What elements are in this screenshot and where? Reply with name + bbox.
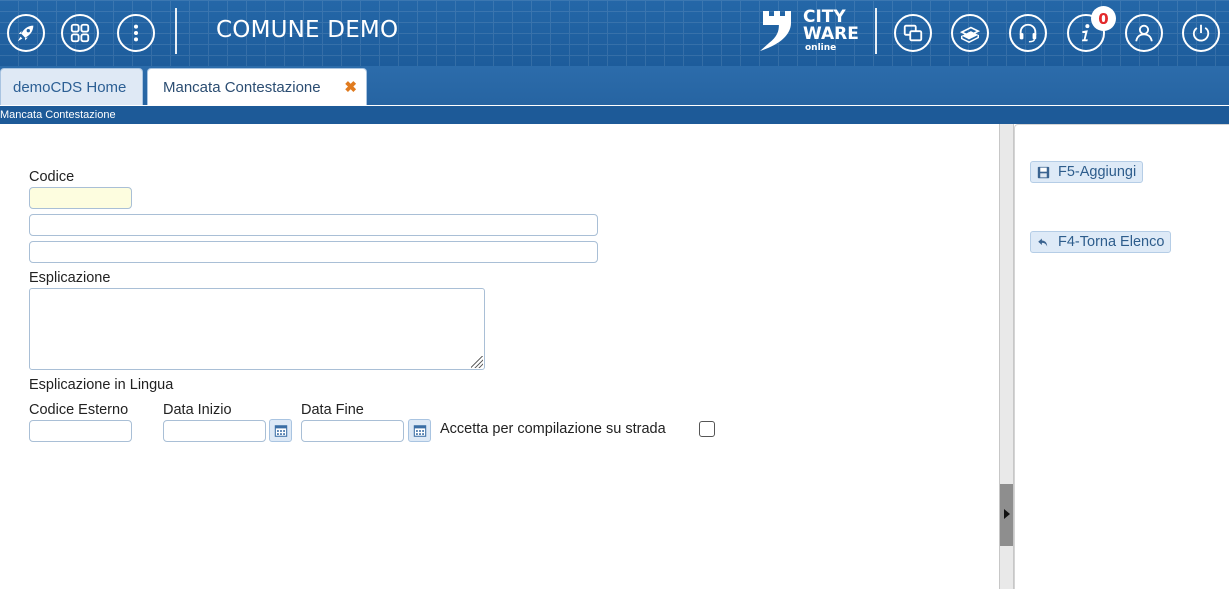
cityware-logo: CITY WARE online [757,7,862,57]
descrizione-input-2[interactable] [29,241,598,263]
more-menu-button[interactable] [117,14,155,52]
user-profile-button[interactable] [1125,14,1163,52]
descrizione-input-1[interactable] [29,214,598,236]
breadcrumb-text: Mancata Contestazione [0,109,116,121]
apps-grid-button[interactable] [61,14,99,52]
logo-text-online: online [805,43,837,53]
save-icon [1037,166,1050,178]
esplicazione-textarea[interactable] [29,288,485,370]
codice-label: Codice [29,169,75,185]
data-fine-input[interactable] [301,420,404,442]
headset-icon [1019,23,1037,43]
logout-button[interactable] [1182,14,1220,52]
codice-input[interactable] [29,187,132,209]
more-vertical-icon [133,24,139,42]
add-button-label: F5-Aggiungi [1058,164,1137,180]
header-separator [175,8,177,54]
undo-arrow-icon [1038,237,1048,247]
data-inizio-label: Data Inizio [163,402,232,418]
actions-panel: F5-Aggiungi F4-Torna Elenco [1014,124,1229,589]
accetta-checkbox[interactable] [699,421,715,437]
support-button[interactable] [1009,14,1047,52]
tab-bar: demoCDS Home Mancata Contestazione ✖ [0,66,1229,105]
esplicazione-lingua-label: Esplicazione in Lingua [29,377,174,393]
data-inizio-input[interactable] [163,420,266,442]
calendar-icon [413,424,426,437]
data-fine-calendar-button[interactable] [408,419,431,442]
header-separator-right [875,8,877,54]
grid-icon [70,23,90,43]
tab-label: Mancata Contestazione [163,78,321,96]
accetta-label: Accetta per compilazione su strada [440,421,666,437]
data-fine-label: Data Fine [301,402,364,418]
user-icon [1135,24,1153,42]
notification-badge: 0 [1091,6,1116,31]
form-panel: Codice Esplicazione Esplicazione in Ling… [0,124,1000,589]
power-icon [1192,24,1210,42]
calendar-icon [274,424,287,437]
castle-logo-icon [760,11,791,51]
logo-text-ware: WARE [803,24,859,44]
esplicazione-label: Esplicazione [29,270,111,286]
rocket-icon [17,25,34,42]
add-button[interactable]: F5-Aggiungi [1030,161,1144,183]
windows-button[interactable] [894,14,932,52]
tab-democds-home[interactable]: demoCDS Home [0,68,143,105]
resize-grip-icon[interactable] [471,356,483,368]
back-button-label: F4-Torna Elenco [1058,234,1165,250]
rocket-button[interactable] [7,14,45,52]
panel-splitter[interactable] [999,124,1014,589]
close-tab-icon[interactable]: ✖ [344,78,357,96]
codice-esterno-label: Codice Esterno [29,402,129,418]
collapse-arrow-icon[interactable] [1004,509,1010,519]
codice-esterno-input[interactable] [29,420,132,442]
data-inizio-calendar-button[interactable] [269,419,292,442]
windows-icon [903,24,923,42]
app-title: COMUNE DEMO [216,17,399,43]
back-to-list-button[interactable]: F4-Torna Elenco [1030,231,1172,253]
books-button[interactable] [951,14,989,52]
books-icon [959,26,981,43]
tab-mancata-contestazione[interactable]: Mancata Contestazione ✖ [147,68,367,105]
breadcrumb: Mancata Contestazione [0,105,1229,124]
tab-label: demoCDS Home [13,78,127,96]
app-header: COMUNE DEMO CITY WARE online 0 [0,0,1229,66]
